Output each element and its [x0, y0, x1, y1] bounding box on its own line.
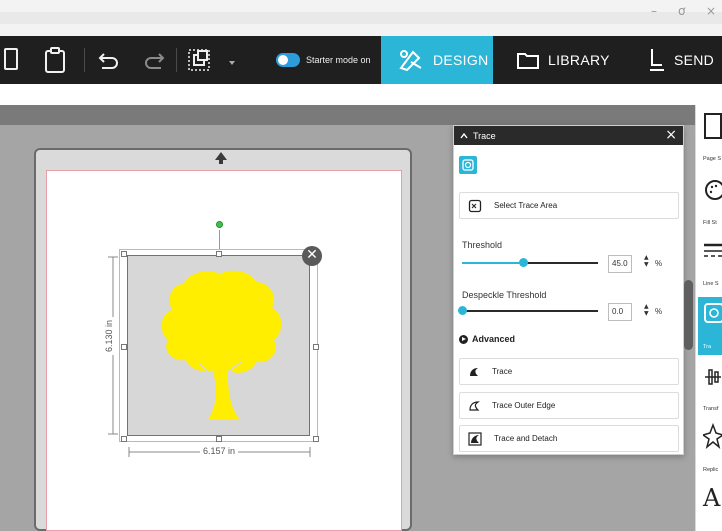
tool-label-page: Page S — [703, 156, 722, 162]
threshold-unit: % — [655, 259, 663, 268]
panel-scrollbar[interactable] — [684, 280, 693, 350]
folder-icon — [517, 53, 539, 69]
width-dimension: 6.157 in — [200, 446, 239, 456]
trace-outer-edge-label: Trace Outer Edge — [492, 401, 556, 410]
restore-button[interactable]: ơ — [678, 4, 685, 18]
arrow-up-icon-stem — [219, 159, 223, 164]
line-style-icon[interactable] — [703, 240, 722, 265]
replicate-icon[interactable] — [701, 422, 722, 456]
advanced-toggle[interactable]: Advanced — [459, 334, 515, 344]
resize-handle-se[interactable] — [313, 436, 319, 442]
rotate-handle[interactable] — [216, 221, 223, 228]
canvas-top-band — [0, 105, 695, 125]
select-area-icon — [468, 199, 482, 212]
resize-handle-sw[interactable] — [121, 436, 127, 442]
trace-panel-header[interactable]: Trace × — [454, 126, 683, 145]
tree-shape — [161, 270, 282, 420]
despeckle-label: Despeckle Threshold — [462, 290, 547, 300]
delete-button[interactable]: ✕ — [302, 246, 322, 266]
despeckle-input[interactable]: 0.0 — [608, 303, 632, 321]
chevron-up-icon[interactable] — [460, 132, 468, 139]
tab-send-label: SEND — [674, 52, 715, 68]
threshold-stepper[interactable]: ▲ ▼ — [644, 254, 650, 268]
tool-label-line: Line S — [703, 281, 719, 287]
threshold-input[interactable]: 45.0 — [608, 255, 632, 273]
starter-mode-toggle[interactable]: Starter mode on — [276, 50, 371, 70]
resize-handle-nw[interactable] — [121, 251, 127, 257]
canvas-header — [0, 84, 695, 105]
advanced-label: Advanced — [472, 334, 516, 344]
trace-button-label: Trace — [492, 367, 513, 376]
undo-icon[interactable] — [97, 46, 121, 79]
arrange-icon[interactable] — [187, 46, 215, 79]
outer-edge-icon — [469, 400, 480, 411]
main-toolbar: Starter mode on DESIGN LIBRARY SEND — [0, 36, 722, 84]
rotate-stem — [219, 230, 220, 249]
chevron-down-icon[interactable] — [228, 54, 236, 72]
tab-design-label: DESIGN — [433, 52, 489, 68]
close-window-button[interactable]: × — [706, 4, 716, 18]
tab-library-label: LIBRARY — [548, 52, 610, 68]
selected-image[interactable] — [127, 255, 310, 436]
paste-icon[interactable] — [43, 46, 67, 79]
height-dimension: 6.130 in — [104, 316, 114, 355]
window-titlebar: – ơ × — [0, 0, 722, 36]
tab-library[interactable]: LIBRARY — [516, 36, 626, 84]
trace-panel: Trace × Select Trace Area Threshold 45.0… — [453, 125, 684, 455]
redo-icon[interactable] — [142, 46, 166, 79]
trace-shape-icon — [470, 367, 478, 376]
threshold-label: Threshold — [462, 240, 503, 250]
resize-handle-n[interactable] — [216, 251, 222, 257]
select-trace-area-button[interactable]: Select Trace Area — [459, 192, 679, 219]
tool-label-transform: Transf — [703, 406, 719, 412]
despeckle-stepper[interactable]: ▲ ▼ — [644, 303, 650, 317]
tool-label-trace: Tra — [703, 344, 712, 350]
trace-mode-button[interactable] — [459, 156, 477, 174]
close-icon[interactable]: × — [665, 127, 677, 143]
toolbar-separator — [84, 48, 85, 72]
titlebar-strip — [0, 12, 722, 24]
threshold-slider-fill — [462, 262, 524, 264]
fill-style-icon[interactable] — [703, 178, 722, 207]
toolbar-separator — [176, 48, 177, 72]
tool-label-fill: Fill St — [703, 220, 717, 226]
trace-panel-title: Trace — [473, 130, 496, 141]
threshold-slider-thumb[interactable] — [519, 258, 529, 267]
despeckle-slider-thumb[interactable] — [458, 306, 467, 315]
tool-label-replicate: Replic — [703, 467, 719, 473]
trace-icon — [462, 159, 474, 171]
select-trace-area-label: Select Trace Area — [494, 201, 558, 210]
starter-mode-label: Starter mode on — [306, 55, 371, 65]
trace-detach-icon — [468, 431, 482, 446]
despeckle-unit: % — [655, 307, 663, 316]
trace-button[interactable]: Trace — [459, 358, 679, 385]
text-tool-icon[interactable]: A — [703, 484, 720, 512]
design-icon — [399, 50, 422, 72]
tab-send[interactable]: SEND — [648, 36, 722, 84]
minimize-button[interactable]: – — [651, 4, 657, 18]
play-circle-icon — [459, 334, 468, 344]
despeckle-slider-track[interactable] — [462, 310, 598, 312]
transform-icon[interactable] — [703, 365, 722, 394]
toggle-switch[interactable] — [276, 53, 300, 67]
page-setup-icon[interactable] — [703, 112, 722, 145]
trace-and-detach-label: Trace and Detach — [494, 434, 558, 443]
tab-design[interactable]: DESIGN — [381, 36, 493, 84]
trace-and-detach-button[interactable]: Trace and Detach — [459, 425, 679, 452]
resize-handle-e[interactable] — [313, 344, 319, 350]
trace-tool-icon[interactable] — [703, 302, 722, 333]
resize-handle-s[interactable] — [216, 436, 222, 442]
device-icon[interactable] — [4, 46, 20, 77]
trace-outer-edge-button[interactable]: Trace Outer Edge — [459, 392, 679, 419]
send-icon — [650, 49, 664, 71]
resize-handle-w[interactable] — [121, 344, 127, 350]
